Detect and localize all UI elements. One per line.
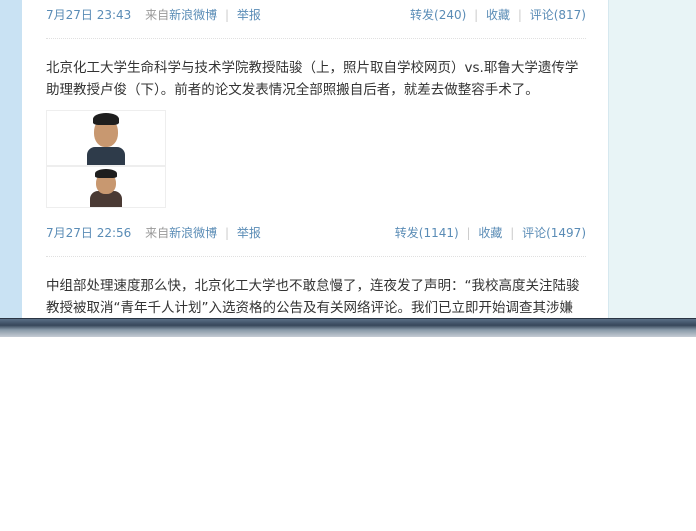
source-prefix: 来自 [145,8,170,22]
taskbar [0,318,696,337]
separator: | [474,8,479,22]
report-link[interactable]: 举报 [237,8,261,22]
weibo-feed: 7月27日 23:43 来自新浪微博 | 举报 转发(240) | 收藏 | 评… [22,0,608,320]
post-date-link[interactable]: 7月27日 22:56 [46,226,131,240]
source-link[interactable]: 新浪微博 [169,226,217,240]
source-link[interactable]: 新浪微博 [169,8,217,22]
comment-link[interactable]: 评论(1497) [522,226,586,240]
portrait-hair [95,169,117,178]
favorite-link[interactable]: 收藏 [486,8,510,22]
left-margin [0,0,22,320]
portrait-hair [93,113,119,125]
repost-link[interactable]: 转发(240) [410,8,466,22]
separator: | [517,8,522,22]
post-text: 中组部处理速度那么快，北京化工大学也不敢怠慢了，连夜发了声明：“我校高度关注陆骏… [46,278,580,316]
favorite-link[interactable]: 收藏 [478,226,502,240]
separator: | [225,8,230,22]
separator: | [466,226,471,240]
right-sidebar [608,0,696,320]
source-prefix: 来自 [145,226,170,240]
photo-bottom-portrait[interactable] [46,166,166,208]
post-meta-bar: 7月27日 22:56 来自新浪微博 | 举报 转发(1141) | 收藏 | … [46,224,586,242]
portrait-shirt [87,147,125,165]
post-divider [46,38,586,39]
post-text: 北京化工大学生命科学与技术学院教授陆骏（上，照片取自学校网页）vs.耶鲁大学遗传… [46,60,579,98]
post-image-group [46,110,166,208]
report-link[interactable]: 举报 [237,226,261,240]
separator: | [510,226,515,240]
post-meta-bar: 7月27日 23:43 来自新浪微博 | 举报 转发(240) | 收藏 | 评… [46,6,586,24]
photo-top-portrait[interactable] [46,110,166,166]
comment-link[interactable]: 评论(817) [530,8,586,22]
post-divider [46,256,586,257]
post-date-link[interactable]: 7月27日 23:43 [46,8,131,22]
separator: | [225,226,230,240]
repost-link[interactable]: 转发(1141) [395,226,459,240]
